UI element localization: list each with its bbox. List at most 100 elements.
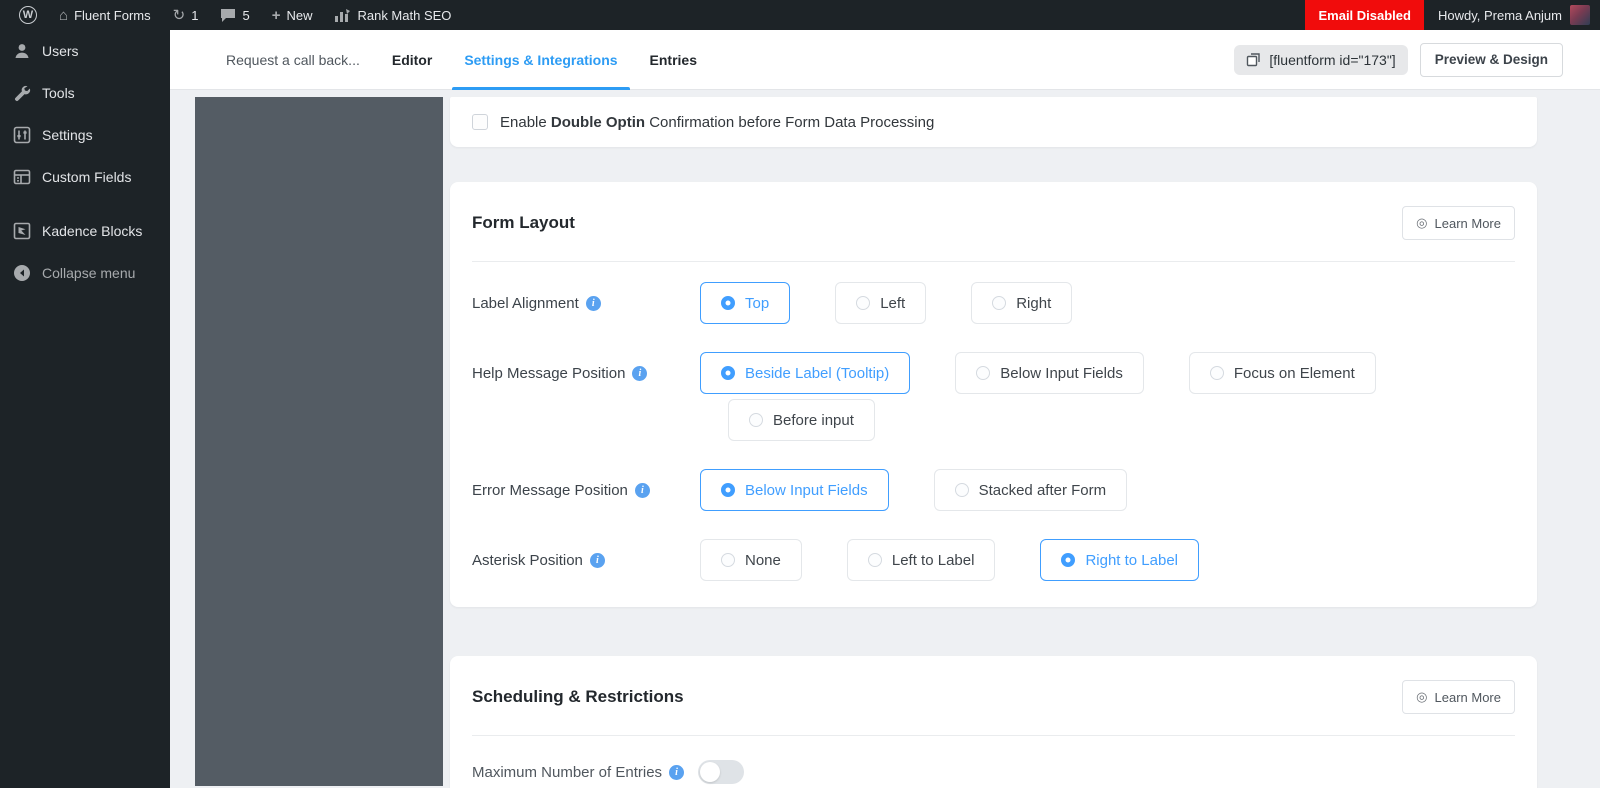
email-disabled-badge[interactable]: Email Disabled [1305, 0, 1424, 30]
sidebar-item-label: Custom Fields [42, 169, 132, 185]
info-icon[interactable]: i [634, 482, 650, 498]
updates-icon: ↻ [172, 6, 186, 24]
max-entries-row: Maximum Number of Entries i [450, 736, 1537, 784]
comments-menu[interactable]: 5 [209, 0, 260, 30]
account-menu[interactable]: Howdy, Prema Anjum [1424, 0, 1600, 30]
admin-bar-left: W ⌂ Fluent Forms ↻ 1 5 + New Rank Math S… [0, 0, 462, 30]
kadence-blocks-icon [13, 222, 31, 240]
sidebar-item-label: Tools [42, 85, 75, 101]
main-area: Request a call back... Editor Settings &… [170, 30, 1600, 788]
settings-content: Enable Double Optin Confirmation before … [170, 90, 1600, 788]
help-message-position-label: Help Message Position i [472, 352, 700, 394]
wp-side-menu: Users Tools Settings Custom Fields Kaden… [0, 30, 170, 788]
settings-icon [13, 126, 31, 144]
option-right[interactable]: Right [971, 282, 1073, 324]
collapse-menu-button[interactable]: Collapse menu [0, 252, 170, 294]
tools-icon [15, 85, 31, 101]
form-layout-header: Form Layout ◎ Learn More [450, 182, 1537, 240]
sidebar-item-settings[interactable]: Settings [0, 114, 170, 156]
tab-settings-integrations[interactable]: Settings & Integrations [448, 30, 633, 90]
sidebar-item-users[interactable]: Users [0, 30, 170, 72]
users-icon [15, 44, 29, 58]
error-message-position-label: Error Message Position i [472, 469, 700, 511]
plus-icon: + [271, 6, 281, 24]
admin-bar-right: Email Disabled Howdy, Prema Anjum [1305, 0, 1600, 30]
max-entries-toggle[interactable] [698, 760, 745, 784]
option-left-to-label[interactable]: Left to Label [846, 539, 996, 581]
option-stacked-after-form[interactable]: Stacked after Form [933, 469, 1128, 511]
sidebar-item-label: Users [42, 43, 79, 59]
settings-cards: Enable Double Optin Confirmation before … [450, 97, 1537, 788]
radio-icon [976, 366, 991, 380]
sidebar-item-tools[interactable]: Tools [0, 72, 170, 114]
radio-icon [992, 296, 1007, 310]
option-below-input-fields-error[interactable]: Below Input Fields [700, 469, 889, 511]
info-icon[interactable]: i [632, 365, 648, 381]
tab-actions: [fluentform id="173"] Preview & Design [1234, 30, 1563, 89]
double-optin-checkbox[interactable] [472, 114, 488, 130]
double-optin-card: Enable Double Optin Confirmation before … [450, 97, 1537, 147]
rank-math-label: Rank Math SEO [357, 7, 452, 23]
option-right-to-label[interactable]: Right to Label [1040, 539, 1200, 581]
max-entries-label: Maximum Number of Entries i [472, 764, 685, 781]
new-content-menu[interactable]: + New [261, 0, 324, 30]
option-none[interactable]: None [700, 539, 802, 581]
settings-nav-panel [195, 97, 443, 786]
new-label: New [286, 7, 313, 23]
wp-logo-menu[interactable]: W [8, 0, 48, 30]
sidebar-separator [0, 198, 170, 210]
preview-design-button[interactable]: Preview & Design [1419, 42, 1563, 77]
form-layout-card: Form Layout ◎ Learn More Label Alignment… [450, 182, 1537, 607]
info-icon[interactable]: i [589, 552, 605, 568]
scheduling-learn-more-button[interactable]: ◎ Learn More [1402, 680, 1515, 714]
form-tab-bar: Request a call back... Editor Settings &… [170, 30, 1600, 90]
site-name-label: Fluent Forms [74, 7, 151, 23]
radio-icon [1209, 366, 1224, 380]
info-icon[interactable]: i [585, 295, 601, 311]
custom-fields-icon [13, 169, 31, 185]
rank-math-menu[interactable]: Rank Math SEO [323, 0, 462, 30]
radio-icon [856, 296, 871, 310]
site-name-menu[interactable]: ⌂ Fluent Forms [48, 0, 162, 30]
tab-form-title[interactable]: Request a call back... [210, 30, 376, 89]
copy-icon [1247, 53, 1261, 67]
radio-icon [721, 553, 735, 567]
sidebar-item-label: Kadence Blocks [42, 223, 143, 239]
tab-editor[interactable]: Editor [376, 30, 448, 89]
wordpress-logo-icon: W [19, 6, 37, 24]
updates-count: 1 [191, 7, 199, 23]
collapse-icon [14, 265, 30, 281]
sidebar-item-custom-fields[interactable]: Custom Fields [0, 156, 170, 198]
option-beside-label-tooltip[interactable]: Beside Label (Tooltip) [700, 352, 911, 394]
sidebar-item-label: Collapse menu [42, 265, 136, 281]
double-optin-label[interactable]: Enable Double Optin Confirmation before … [500, 114, 934, 131]
tab-entries[interactable]: Entries [634, 30, 713, 89]
form-layout-learn-more-button[interactable]: ◎ Learn More [1402, 206, 1515, 240]
asterisk-position-row: Asterisk Position i None Left to Label R… [472, 539, 1515, 581]
scheduling-title: Scheduling & Restrictions [472, 687, 684, 706]
option-below-input-fields[interactable]: Below Input Fields [955, 352, 1144, 394]
info-icon[interactable]: i [669, 764, 685, 780]
wp-admin-bar: W ⌂ Fluent Forms ↻ 1 5 + New Rank Math S… [0, 0, 1600, 30]
radio-icon [867, 553, 882, 567]
updates-menu[interactable]: ↻ 1 [162, 0, 210, 30]
option-top[interactable]: Top [700, 282, 791, 324]
radio-icon [749, 413, 763, 427]
sidebar-item-kadence-blocks[interactable]: Kadence Blocks [0, 210, 170, 252]
comments-count: 5 [242, 7, 250, 23]
help-circle-icon: ◎ [1416, 689, 1428, 704]
error-message-position-row: Error Message Position i Below Input Fie… [472, 469, 1515, 511]
help-circle-icon: ◎ [1416, 215, 1428, 230]
shortcode-copy-button[interactable]: [fluentform id="173"] [1234, 44, 1408, 75]
asterisk-position-label: Asterisk Position i [472, 539, 700, 581]
scheduling-header: Scheduling & Restrictions ◎ Learn More [450, 656, 1537, 714]
label-alignment-label: Label Alignment i [472, 282, 700, 324]
option-left[interactable]: Left [835, 282, 927, 324]
radio-icon [721, 366, 735, 380]
option-focus-on-element[interactable]: Focus on Element [1188, 352, 1376, 394]
form-layout-body: Label Alignment i Top Left Right Help Me… [450, 262, 1537, 607]
option-before-input[interactable]: Before input [728, 399, 875, 441]
rank-math-icon [335, 8, 351, 22]
avatar [1570, 5, 1590, 25]
howdy-label: Howdy, Prema Anjum [1437, 7, 1562, 23]
